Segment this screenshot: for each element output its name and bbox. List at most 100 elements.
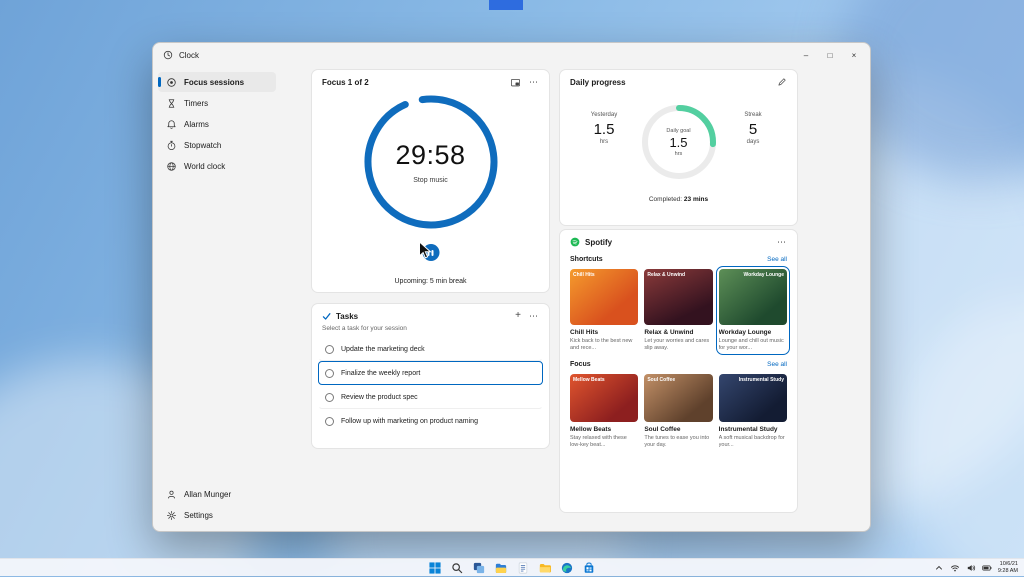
minimize-button[interactable]: – (794, 43, 818, 67)
task-radio (325, 393, 334, 402)
focus-see-all-link[interactable]: See all (767, 361, 787, 368)
stop-music-toggle[interactable]: Stop music (413, 177, 448, 184)
sidebar-item-label: Focus sessions (184, 78, 244, 87)
playlist-cover: Relax & Unwind (644, 269, 712, 325)
playlist-name: Soul Coffee (644, 426, 712, 433)
wifi-icon[interactable] (950, 563, 960, 573)
settings-gear-icon (166, 510, 177, 521)
spotify-logo-icon (570, 237, 580, 247)
spotify-panel-title: Spotify (585, 238, 612, 247)
sidebar: Focus sessions Timers Alarms Stopwatch (153, 67, 281, 531)
titlebar[interactable]: Clock – □ × (153, 43, 870, 67)
playlist-description: Kick back to the best new and rece... (570, 338, 638, 352)
sidebar-item-settings[interactable]: Settings (158, 505, 276, 525)
clock-app-icon (163, 50, 173, 60)
sidebar-item-label: World clock (184, 162, 225, 171)
cover-title-text: Chill Hits (573, 272, 635, 278)
task-row-selected[interactable]: Finalize the weekly report (318, 361, 543, 385)
search-icon[interactable] (451, 562, 463, 574)
playlist-name: Chill Hits (570, 329, 638, 336)
playlist-description: Let your worries and cares slip away. (644, 338, 712, 352)
sidebar-user-account[interactable]: Allan Munger (158, 484, 276, 504)
sidebar-item-label: Stopwatch (184, 141, 221, 150)
playlist-card-soul-coffee[interactable]: Soul Coffee Soul Coffee The tunes to eas… (644, 374, 712, 449)
store-icon[interactable] (583, 562, 595, 574)
task-view-icon[interactable] (473, 562, 485, 574)
sidebar-item-timers[interactable]: Timers (158, 93, 276, 113)
goal-label: Daily goal (666, 128, 690, 134)
maximize-button[interactable]: □ (818, 43, 842, 67)
daily-progress-panel: Daily progress Yesterday 1.5 hrs Daily g… (559, 69, 798, 226)
cover-title-text: Mellow Beats (573, 377, 635, 383)
yesterday-unit: hrs (572, 139, 636, 145)
tasks-subtitle: Select a task for your session (312, 321, 549, 332)
daily-progress-title: Daily progress (570, 78, 626, 87)
streak-unit: days (721, 139, 785, 145)
start-button-icon[interactable] (429, 562, 441, 574)
task-label: Review the product spec (341, 394, 418, 401)
task-row[interactable]: Review the product spec (318, 385, 543, 409)
file-explorer-icon[interactable] (495, 562, 507, 574)
playlist-description: Lounge and chill out music for your wor.… (719, 338, 787, 352)
upcoming-break-label: Upcoming: 5 min break (312, 278, 549, 285)
task-label: Finalize the weekly report (341, 370, 420, 377)
shortcuts-see-all-link[interactable]: See all (767, 256, 787, 263)
tray-chevron-up-icon[interactable] (934, 563, 944, 573)
completed-label: Completed: (649, 196, 682, 203)
playlist-card-mellow-beats[interactable]: Mellow Beats Mellow Beats Stay relaxed w… (570, 374, 638, 449)
tasks-more-menu[interactable]: ⋯ (529, 312, 539, 321)
tasks-panel: Tasks + ⋯ Select a task for your session… (311, 303, 550, 449)
sidebar-item-focus-sessions[interactable]: Focus sessions (158, 72, 276, 92)
playlist-card-workday-lounge[interactable]: Workday Lounge Workday Lounge Lounge and… (719, 269, 787, 352)
taskbar: 10/6/21 9:28 AM (0, 558, 1024, 576)
volume-icon[interactable] (966, 563, 976, 573)
tray-clock[interactable]: 10/6/21 9:28 AM (998, 561, 1018, 575)
task-label: Follow up with marketing on product nami… (341, 418, 478, 425)
playlist-description: Stay relaxed with these low-key beat... (570, 435, 638, 449)
compact-overlay-icon[interactable] (510, 77, 521, 88)
settings-label: Settings (184, 511, 213, 520)
office-document-icon[interactable] (517, 562, 529, 574)
task-label: Update the marketing deck (341, 346, 425, 353)
focus-section-label: Focus (570, 361, 591, 368)
cover-title-text: Instrumental Study (722, 377, 784, 383)
task-radio (325, 369, 334, 378)
completed-value: 23 mins (684, 196, 708, 203)
sidebar-item-stopwatch[interactable]: Stopwatch (158, 135, 276, 155)
focus-panel-title: Focus 1 of 2 (322, 78, 369, 87)
tray-time: 9:28 AM (998, 568, 1018, 575)
spotify-more-menu[interactable]: ⋯ (777, 238, 787, 247)
playlist-name: Workday Lounge (719, 329, 787, 336)
cover-title-text: Workday Lounge (722, 272, 784, 278)
tray-date: 10/6/21 (998, 561, 1018, 568)
streak-value: 5 (721, 121, 785, 138)
task-row[interactable]: Follow up with marketing on product nami… (318, 409, 543, 433)
battery-icon[interactable] (982, 563, 992, 573)
playlist-name: Instrumental Study (719, 426, 787, 433)
close-button[interactable]: × (842, 43, 866, 67)
edit-pencil-icon[interactable] (777, 77, 787, 87)
cover-title-text: Soul Coffee (647, 377, 709, 383)
focus-sessions-icon (166, 77, 177, 88)
mouse-cursor (418, 241, 432, 260)
yesterday-stat: Yesterday 1.5 hrs (572, 112, 636, 145)
playlist-cover: Chill Hits (570, 269, 638, 325)
edge-browser-icon[interactable] (561, 562, 573, 574)
task-row[interactable]: Update the marketing deck (318, 337, 543, 361)
top-blue-artifact (489, 0, 523, 10)
sidebar-item-world-clock[interactable]: World clock (158, 156, 276, 176)
add-task-button[interactable]: + (515, 311, 521, 321)
playlist-card-chill-hits[interactable]: Chill Hits Chill Hits Kick back to the b… (570, 269, 638, 352)
tasks-panel-title: Tasks (336, 312, 358, 321)
playlist-card-instrumental-study[interactable]: Instrumental Study Instrumental Study A … (719, 374, 787, 449)
playlist-cover: Workday Lounge (719, 269, 787, 325)
sidebar-item-alarms[interactable]: Alarms (158, 114, 276, 134)
goal-unit: hrs (675, 151, 683, 157)
focus-timer-ring: 29:58 Stop music (361, 92, 501, 232)
timer-remaining: 29:58 (395, 140, 465, 171)
focus-more-menu[interactable]: ⋯ (529, 78, 539, 87)
folder-icon[interactable] (539, 562, 551, 574)
playlist-card-relax-unwind[interactable]: Relax & Unwind Relax & Unwind Let your w… (644, 269, 712, 352)
alarms-icon (166, 119, 177, 130)
sidebar-item-label: Timers (184, 99, 208, 108)
